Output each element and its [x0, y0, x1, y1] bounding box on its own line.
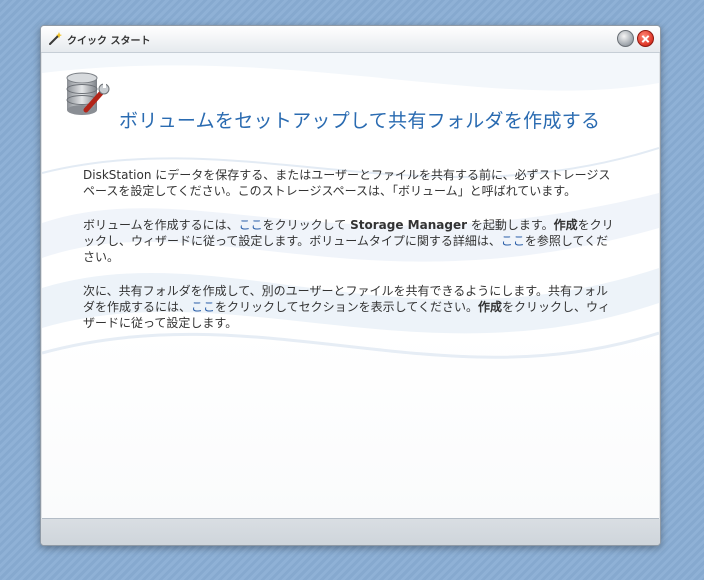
page-title: ボリュームをセットアップして共有フォルダを作成する [119, 110, 601, 132]
volume-text-3: を起動します。 [467, 218, 554, 232]
content-panel: ボリュームをセットアップして共有フォルダを作成する DiskStation にデ… [42, 53, 659, 519]
open-storage-manager-link[interactable]: ここ [239, 218, 263, 232]
magic-wand-icon [49, 32, 62, 45]
volume-type-help-link[interactable]: ここ [501, 234, 525, 248]
shared-folder-paragraph: 次に、共有フォルダを作成して、別のユーザーとファイルを共有できるようにします。共… [83, 283, 619, 331]
volume-text-1: ボリュームを作成するには、 [83, 218, 239, 232]
quick-start-window: クイック スタート ボリュームをセットアップして共有フォルダを作成する Disk… [40, 25, 661, 546]
volume-paragraph: ボリュームを作成するには、ここをクリックして Storage Manager を… [83, 217, 619, 265]
database-wrench-icon [66, 72, 110, 115]
minimize-button[interactable] [617, 30, 634, 47]
storage-manager-name: Storage Manager [350, 218, 468, 232]
create-keyword: 作成 [553, 218, 578, 232]
close-button[interactable] [637, 30, 654, 47]
shared-folder-link[interactable]: ここ [191, 300, 215, 314]
title-bar[interactable]: クイック スタート [41, 26, 660, 53]
create-keyword: 作成 [477, 300, 502, 314]
shared-text-2: をクリックしてセクションを表示してください。 [215, 300, 478, 314]
window-title: クイック スタート [67, 36, 151, 47]
intro-paragraph: DiskStation にデータを保存する、またはユーザーとファイルを共有する前… [83, 168, 611, 198]
footer-bar [41, 519, 660, 545]
volume-text-2: をクリックして [262, 218, 351, 232]
